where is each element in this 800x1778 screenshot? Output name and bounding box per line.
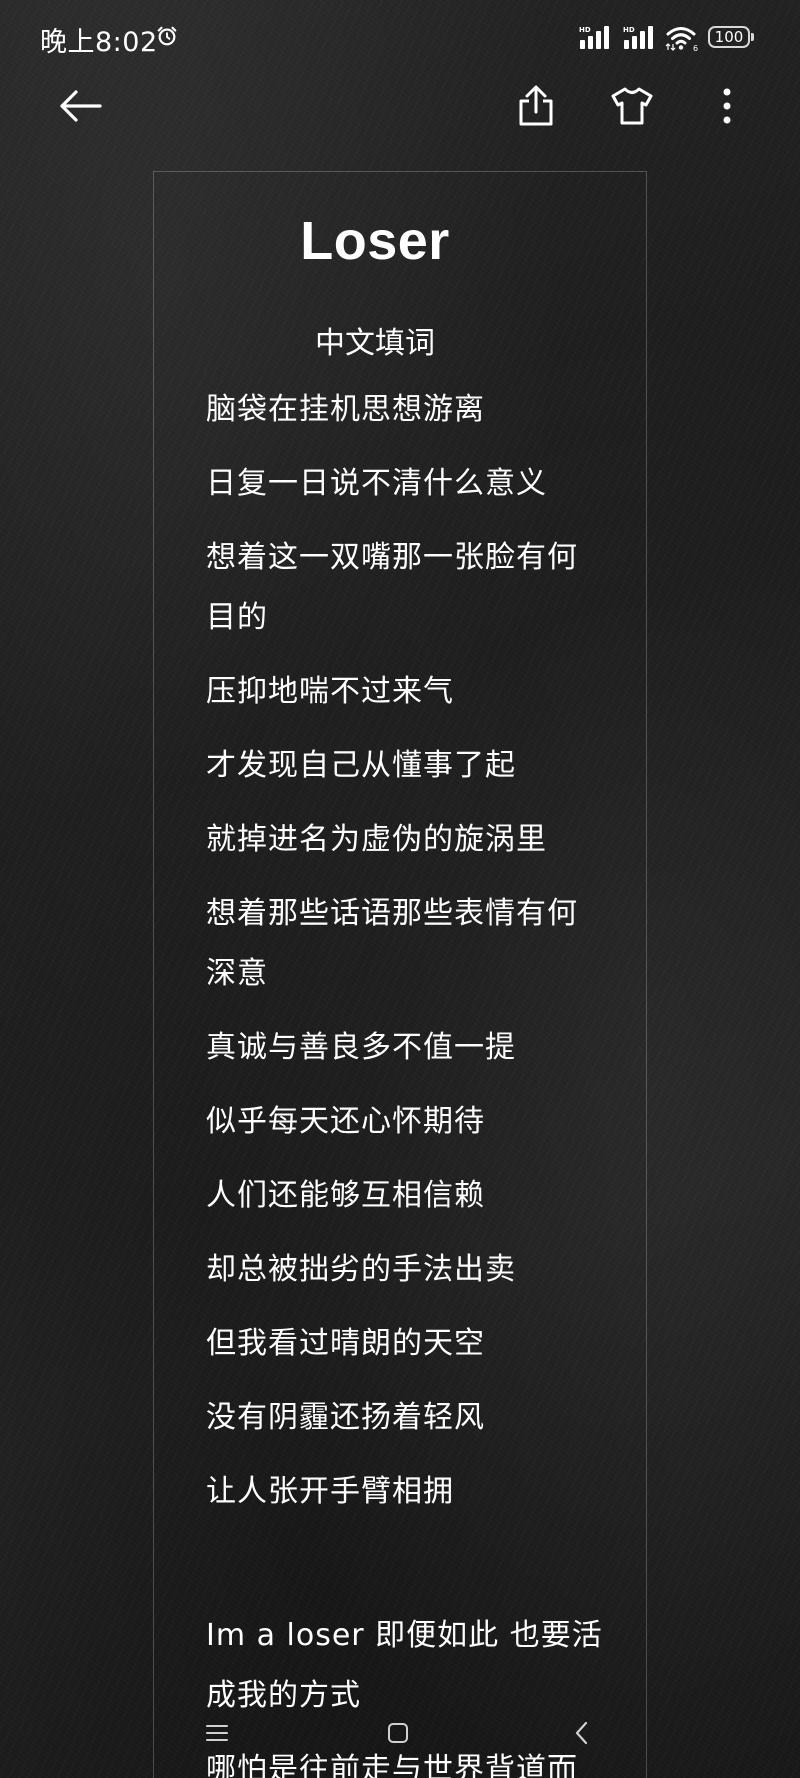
nav-back-button[interactable]: [562, 1713, 602, 1753]
lyric-line: 让人张开手臂相拥: [206, 1474, 454, 1509]
theme-button[interactable]: [602, 76, 662, 136]
lyric-line: Im a loser 即便如此 也要活成我的方式: [206, 1618, 603, 1713]
lyric-line: 压抑地喘不过来气: [206, 674, 454, 709]
svg-text:HD: HD: [579, 26, 591, 34]
note-body[interactable]: 脑袋在挂机思想游离 日复一日说不清什么意义 想着这一双嘴那一张脸有何目的 压抑地…: [206, 380, 606, 1778]
status-bar: 晚上8:02 HD HD 6 100: [0, 0, 800, 80]
note-title[interactable]: Loser: [0, 210, 750, 272]
lyric-line: 想着这一双嘴那一张脸有何目的: [206, 540, 578, 635]
signal-hd-icon: HD: [623, 26, 653, 49]
wifi-icon: 6: [665, 27, 698, 52]
svg-text:HD: HD: [623, 26, 635, 34]
home-square-icon: [388, 1723, 408, 1743]
lyric-line: 就掉进名为虚伪的旋涡里: [206, 822, 547, 857]
nav-menu-button[interactable]: [197, 1713, 237, 1753]
lyric-line: 人们还能够互相信赖: [206, 1178, 485, 1213]
lyric-line: 日复一日说不清什么意义: [206, 466, 547, 501]
alarm-icon: [157, 26, 177, 46]
menu-icon: [206, 1725, 228, 1741]
back-chevron-icon: [575, 1721, 588, 1745]
lyric-line: 脑袋在挂机思想游离: [206, 392, 485, 427]
note-subtitle[interactable]: 中文填词: [0, 318, 750, 362]
lyric-line: 才发现自己从懂事了起: [206, 748, 516, 783]
lyric-line: 却总被拙劣的手法出卖: [206, 1252, 516, 1287]
status-time: 晚上8:02: [40, 27, 158, 58]
tshirt-theme-icon: [611, 87, 653, 125]
signal-hd-icon: HD: [579, 26, 609, 49]
battery-icon: 100: [708, 26, 754, 48]
back-button[interactable]: [50, 76, 110, 136]
svg-text:6: 6: [693, 44, 698, 52]
nav-home-button[interactable]: [378, 1713, 418, 1753]
lyric-line: 没有阴霾还扬着轻风: [206, 1400, 485, 1435]
share-button[interactable]: [506, 76, 566, 136]
lyric-line: 但我看过晴朗的天空: [206, 1326, 485, 1361]
back-arrow-icon: [60, 90, 102, 122]
share-icon: [519, 85, 553, 126]
more-options-button[interactable]: [697, 76, 757, 136]
lyric-line: 想着那些话语那些表情有何深意: [206, 896, 578, 991]
more-vertical-icon: [723, 88, 731, 124]
screen: 晚上8:02 HD HD 6 100 Loser 中文填词 脑袋在挂机思想游离 …: [0, 0, 800, 1778]
lyric-line: 似乎每天还心怀期待: [206, 1104, 485, 1139]
lyric-line: 真诚与善良多不值一提: [206, 1030, 516, 1065]
